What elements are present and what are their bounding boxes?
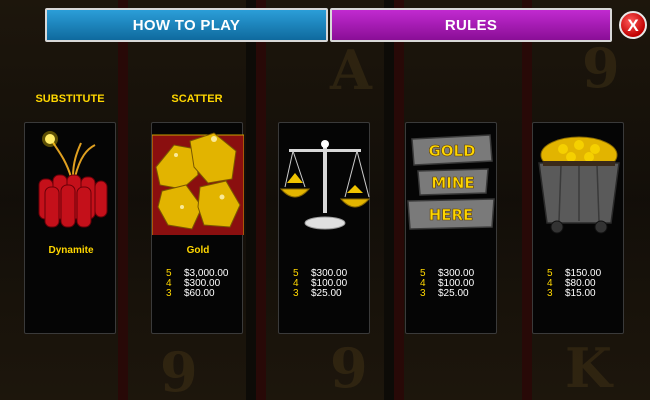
pay-amount: $60.00	[184, 288, 215, 299]
gold-scale-icon	[279, 140, 371, 230]
close-button[interactable]: X	[619, 11, 647, 39]
pay-count: 3	[166, 288, 172, 299]
gold-mine-here-sign-icon: GOLD MINE HERE	[407, 134, 495, 230]
pay-row: 3 $25.00	[293, 289, 347, 299]
paytable: 5 $150.00 4 $80.00 3 $15.00	[547, 269, 601, 299]
pay-amount: $25.00	[438, 288, 469, 299]
tab-rules[interactable]: RULES	[330, 8, 612, 42]
symbol-name: Dynamite	[48, 245, 94, 256]
dynamite-icon	[38, 131, 108, 228]
pay-count: 3	[547, 288, 553, 299]
pay-row: 3 $60.00	[166, 289, 229, 299]
gold-nugget-icon	[152, 132, 244, 235]
close-icon: X	[627, 15, 639, 35]
tab-how-to-play[interactable]: HOW TO PLAY	[45, 8, 328, 42]
pay-count: 3	[293, 288, 299, 299]
sign-word: HERE	[429, 206, 474, 224]
gold-mine-cart-icon	[538, 136, 620, 234]
symbol-card-scale: 5 $300.00 4 $100.00 3 $25.00	[278, 122, 371, 334]
sign-word: MINE	[431, 174, 474, 192]
symbol-card-dynamite: Dynamite	[24, 122, 116, 334]
paytable: 5 $300.00 4 $100.00 3 $25.00	[420, 269, 474, 299]
symbol-card-gold: Gold 5 $3,000.00 4 $300.00 3 $60.00	[151, 122, 244, 334]
pay-row: 3 $25.00	[420, 289, 474, 299]
symbol-card-mine-cart: 5 $150.00 4 $80.00 3 $15.00	[532, 122, 624, 334]
symbol-card-gold-mine-sign: GOLD MINE HERE 5 $300.00 4 $100.00 3 $25.00	[405, 122, 497, 334]
paytable: 5 $300.00 4 $100.00 3 $25.00	[293, 269, 347, 299]
pay-row: 3 $15.00	[547, 289, 601, 299]
sign-word: GOLD	[428, 142, 475, 160]
pay-amount: $15.00	[565, 288, 596, 299]
symbol-name: Gold	[186, 245, 210, 256]
pay-count: 3	[420, 288, 426, 299]
paytable: 5 $3,000.00 4 $300.00 3 $60.00	[166, 269, 229, 299]
pay-amount: $25.00	[311, 288, 342, 299]
substitute-label: SUBSTITUTE	[35, 93, 105, 105]
scatter-label: SCATTER	[171, 93, 223, 105]
